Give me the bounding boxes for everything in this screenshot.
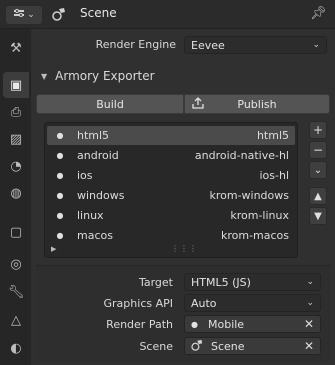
modifier-tab[interactable]: 🔧︎ — [3, 279, 29, 305]
render-path-label: Render Path — [106, 318, 173, 331]
scene-icon — [52, 7, 68, 24]
scene-icon — [191, 339, 205, 354]
triangle-up-icon: ▲ — [314, 190, 322, 202]
render-engine-value: Eevee — [191, 38, 225, 52]
render-path-value: Mobile — [207, 317, 245, 331]
world-icon: ◍ — [10, 185, 22, 201]
properties-tabs: ⚒ ▣ ⎙ ▨ ◔ ◍ ▢ ◎ 🔧︎ △ ◐ — [0, 29, 31, 365]
target-value: krom-windows — [209, 189, 289, 202]
chevron-down-icon: ⌄ — [312, 40, 320, 50]
scene-icon: ◔ — [10, 158, 22, 174]
target-name: html5 — [77, 129, 110, 142]
move-down-button[interactable]: ▼ — [309, 207, 327, 225]
data-tab[interactable]: △ — [3, 307, 29, 333]
list-item[interactable]: ● macos krom-macos — [47, 226, 295, 245]
remove-target-button[interactable]: − — [309, 141, 327, 159]
triangle-down-icon: ▼ — [314, 210, 322, 222]
tool-tab[interactable]: ⚒ — [3, 35, 29, 61]
bullet-icon: ● — [56, 231, 64, 240]
resize-grip-icon[interactable]: ⋮⋮⋮ — [171, 244, 198, 253]
bullet-icon: ● — [56, 151, 64, 160]
chevron-down-icon: ⌄ — [306, 298, 314, 308]
chevron-down-icon: ⌄ — [313, 164, 323, 176]
image-icon: ▨ — [9, 131, 23, 147]
armory-exporter-panel-header[interactable]: ▼ Armory Exporter — [35, 65, 331, 87]
target-value: ios-hl — [259, 169, 289, 182]
target-name: linux — [77, 209, 104, 222]
tool-icon: ⚒ — [10, 40, 22, 56]
build-button[interactable]: Build — [36, 94, 184, 114]
properties-header — [0, 0, 335, 29]
scene-value: Scene — [211, 339, 245, 353]
target-name: windows — [77, 189, 125, 202]
close-icon[interactable]: ✕ — [304, 339, 314, 353]
object-icon: ▢ — [9, 224, 23, 240]
render-engine-dropdown[interactable]: Eevee ⌄ — [184, 36, 327, 54]
bullet-icon: ● — [56, 131, 64, 140]
panel-title: Armory Exporter — [55, 69, 155, 83]
target-value: android-native-hl — [194, 149, 289, 162]
bullet-icon: ● — [56, 211, 64, 220]
properties-editor-icon — [13, 8, 25, 23]
view-layer-tab[interactable]: ▨ — [3, 126, 29, 152]
world-tab[interactable]: ◍ — [3, 180, 29, 206]
orbit-icon: ◎ — [10, 256, 22, 272]
target-name: macos — [77, 229, 113, 242]
minus-icon: − — [312, 143, 324, 157]
chevron-down-icon: ⌄ — [306, 277, 314, 287]
target-dropdown-value: HTML5 (JS) — [191, 275, 251, 289]
publish-button[interactable]: Publish — [184, 94, 330, 114]
list-item[interactable]: ● windows krom-windows — [47, 186, 295, 205]
scene-label: Scene — [139, 340, 173, 353]
target-name: ios — [77, 169, 93, 182]
printer-icon: ⎙ — [10, 104, 22, 120]
plus-icon: + — [312, 123, 324, 137]
graphics-api-label: Graphics API — [103, 297, 173, 310]
editor-type-button[interactable]: ⌄ — [5, 5, 43, 25]
target-dropdown[interactable]: HTML5 (JS) ⌄ — [184, 273, 321, 291]
graphics-api-dropdown[interactable]: Auto ⌄ — [184, 294, 321, 312]
mesh-icon: △ — [11, 312, 21, 328]
render-path-field[interactable]: ● Mobile ✕ — [184, 315, 321, 333]
properties-main: Render Engine Eevee ⌄ ▼ Armory Exporter … — [32, 29, 335, 365]
render-tab[interactable]: ▣ — [3, 72, 29, 98]
bullet-icon: ● — [56, 191, 64, 200]
target-label: Target — [138, 276, 173, 289]
target-name: android — [77, 149, 119, 162]
close-icon[interactable]: ✕ — [304, 317, 314, 331]
target-value: krom-macos — [220, 229, 289, 242]
filter-toggle-icon[interactable]: ▶ — [51, 245, 56, 253]
list-item[interactable]: ● android android-native-hl — [47, 146, 295, 165]
build-label: Build — [96, 97, 124, 111]
collapse-triangle-icon: ▼ — [41, 71, 48, 81]
context-label: Scene — [80, 6, 117, 20]
target-value: krom-linux — [230, 209, 289, 222]
publish-label: Publish — [237, 97, 277, 111]
physics-tab[interactable]: ◎ — [3, 251, 29, 277]
chevron-down-icon: ⌄ — [27, 10, 35, 20]
list-item[interactable]: ● html5 html5 — [47, 126, 295, 145]
target-list: ● html5 html5 ● android android-native-h… — [44, 122, 298, 258]
move-up-button[interactable]: ▲ — [309, 187, 327, 205]
list-item[interactable]: ● ios ios-hl — [47, 166, 295, 185]
pin-icon[interactable]: 📌︎ — [310, 6, 327, 21]
camera-back-icon: ▣ — [9, 77, 23, 93]
object-tab[interactable]: ▢ — [3, 219, 29, 245]
material-icon: ◐ — [10, 340, 22, 356]
graphics-api-value: Auto — [191, 296, 217, 310]
output-tab[interactable]: ⎙ — [3, 99, 29, 125]
bullet-icon: ● — [56, 171, 64, 180]
wrench-icon: 🔧︎ — [7, 284, 25, 300]
add-target-button[interactable]: + — [309, 121, 327, 139]
material-tab[interactable]: ◐ — [3, 335, 29, 361]
export-icon — [191, 96, 205, 113]
scene-field[interactable]: Scene ✕ — [184, 337, 321, 355]
scene-tab[interactable]: ◔ — [3, 153, 29, 179]
list-menu-button[interactable]: ⌄ — [309, 161, 327, 179]
bullet-icon: ● — [191, 319, 198, 329]
list-item[interactable]: ● linux krom-linux — [47, 206, 295, 225]
target-value: html5 — [256, 129, 289, 142]
render-engine-label: Render Engine — [95, 38, 176, 51]
